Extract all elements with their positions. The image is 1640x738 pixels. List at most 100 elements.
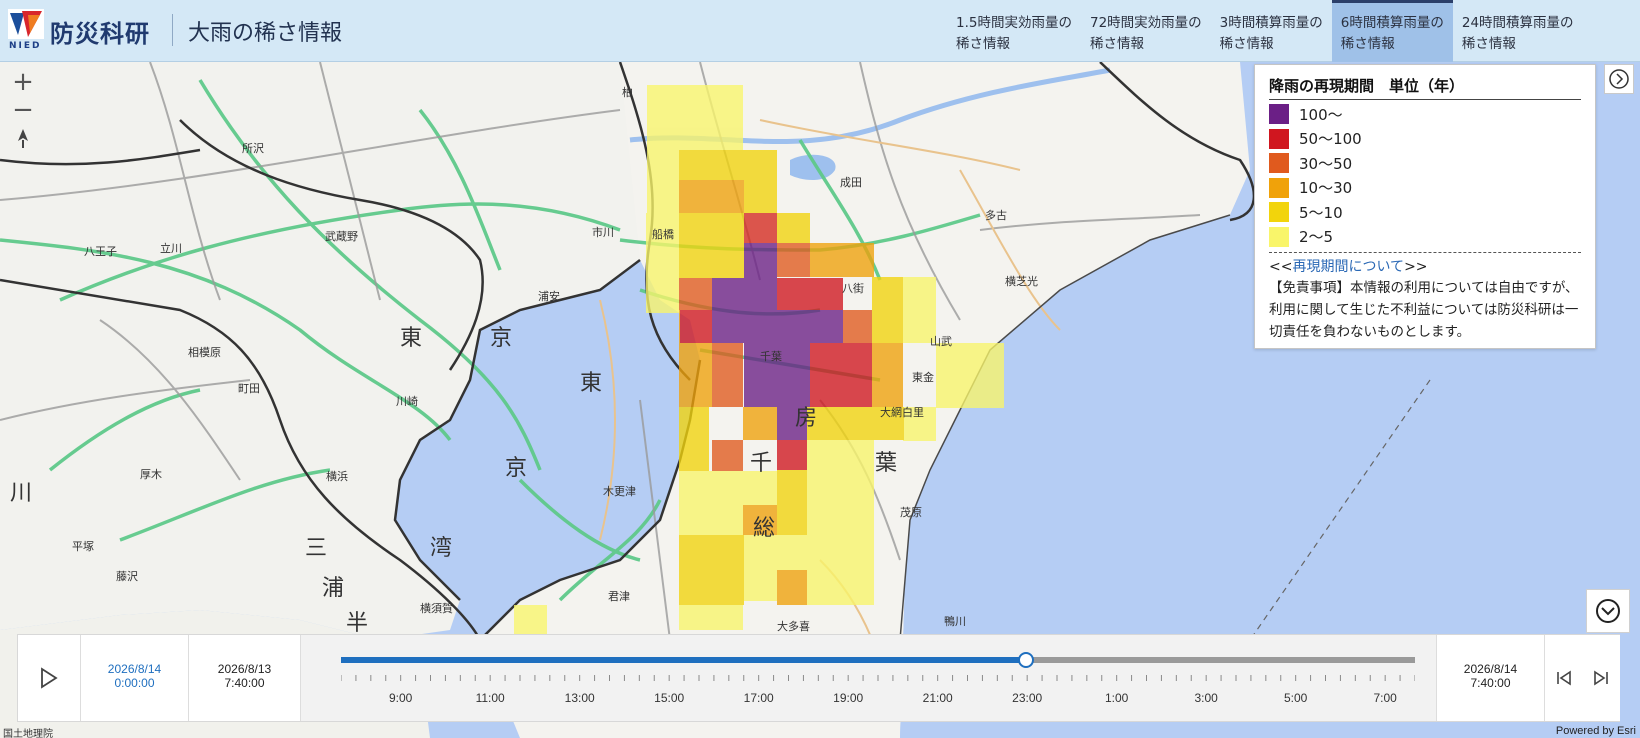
legend-swatch [1269,104,1289,125]
time-slider-thumb[interactable] [1018,652,1035,668]
time-slider-progress [341,657,1027,663]
map-label-oamishirasato: 大網白里 [880,405,924,419]
current-time: 0:00:00 [114,676,155,690]
tab-bar: 1.5時間実効雨量の 稀さ情報 72時間実効雨量の 稀さ情報 3時間積算雨量の … [947,0,1583,62]
return-period-link-row: <<再現期間について>> [1269,256,1581,276]
start-time-display: 2026/8/13 7:40:00 [189,635,301,721]
tick-label: 17:00 [743,691,774,705]
map-label-sammu: 山武 [930,335,952,348]
map-label-tokyo-1: 東 [400,326,422,351]
map-label-mobara: 茂原 [900,505,922,519]
legend-label: 5～10 [1299,203,1343,222]
tick-label: 1:00 [1104,691,1129,705]
legend-swatch [1269,177,1289,198]
map-label-kimitsu: 君津 [608,590,630,603]
logo-nied-text: NIED [9,41,42,51]
tick-label: 9:00 [388,691,413,705]
zoom-in-button[interactable]: + [8,68,38,96]
attribution-esri[interactable]: Powered by Esri [1556,725,1636,737]
map-label-miura-1: 三 [305,536,327,561]
chevron-right-icon [1609,69,1629,89]
attribution-gsi[interactable]: 国土地理院 [3,725,53,738]
current-time-display: 2026/8/14 0:00:00 [81,635,189,721]
tab-72h-effective[interactable]: 72時間実効雨量の 稀さ情報 [1081,0,1211,62]
play-button[interactable] [18,635,81,721]
map-label-miura-3: 半 [346,611,368,636]
step-controls [1544,635,1620,721]
panel-toggle-button[interactable] [1604,64,1634,94]
chevron-down-icon [1596,599,1620,623]
collapse-timebar-button[interactable] [1586,589,1630,633]
map-label-sagamihara: 相模原 [188,346,221,359]
end-time-display: 2026/8/14 7:40:00 [1436,635,1544,721]
tick-label: 21:00 [922,691,953,705]
brand-name[interactable]: 防災科研 [50,14,150,49]
legend-items: 100～ 50～100 30～50 10～30 5～10 2～5 [1269,102,1581,249]
legend-swatch [1269,128,1289,149]
zoom-out-button[interactable]: − [8,96,38,124]
map-label-urayasu: 浦安 [538,289,560,303]
map-label-kashiwa: 柏 [622,85,633,99]
tab-1-5h-effective[interactable]: 1.5時間実効雨量の 稀さ情報 [947,0,1081,62]
map-label-machida: 町田 [238,383,260,395]
time-slider-track[interactable] [341,652,1415,668]
map-label-kisarazu: 木更津 [603,485,636,498]
header-divider [172,14,173,46]
map-label-yachimata: 八街 [842,281,864,295]
end-time: 7:40:00 [1470,676,1511,690]
map-label-boso-2: 総 [753,516,775,541]
legend-item: 100～ [1269,102,1581,127]
legend-item: 50～100 [1269,127,1581,152]
map-label-funabashi: 船橋 [652,227,674,241]
step-forward-icon[interactable] [1592,669,1610,687]
tick-label: 3:00 [1194,691,1218,705]
map-label-miura-2: 浦 [322,576,344,601]
legend-swatch [1269,202,1289,223]
map-label-tokorozawa: 所沢 [242,141,264,155]
legend-label: 30～50 [1299,154,1353,173]
play-icon [41,667,58,689]
map-label-boso-1: 房 [795,406,817,431]
tick-label: 13:00 [564,691,595,705]
map-label-kanagawa: 川 [10,481,32,506]
legend-title: 降雨の再現期間 単位（年） [1269,75,1581,100]
return-period-link[interactable]: 再現期間について [1292,259,1404,275]
legend-item: 30～50 [1269,151,1581,176]
zoom-controls: + − [8,68,38,154]
end-date: 2026/8/14 [1463,662,1518,676]
tick-label: 23:00 [1012,691,1043,705]
legend-label: 10～30 [1299,179,1353,198]
map-label-tokyo-2: 京 [490,326,512,351]
tab-24h-cumulative[interactable]: 24時間積算雨量の 稀さ情報 [1453,0,1583,62]
map-label-tako: 多古 [985,208,1007,222]
disclaimer-text: 【免責事項】本情報の利用については自由ですが、利用に関して生じた不利益については… [1269,280,1579,340]
map-label-hiratsuka: 平塚 [72,540,94,553]
map-label-yokoshibahikari: 横芝光 [1005,274,1038,288]
tick-label: 19:00 [833,691,864,705]
time-slider-panel: 2026/8/14 0:00:00 2026/8/13 7:40:00 9:00… [17,634,1620,722]
step-back-icon[interactable] [1555,669,1573,687]
map-label-musashino: 武蔵野 [325,230,358,243]
legend-panel: 降雨の再現期間 単位（年） 100～ 50～100 30～50 10～30 5～… [1254,64,1596,349]
start-date: 2026/8/13 [217,662,272,676]
map-label-ichikawa: 市川 [592,225,614,239]
tab-6h-cumulative[interactable]: 6時間積算雨量の 稀さ情報 [1331,0,1453,62]
tick-label: 7:00 [1373,691,1397,705]
map-label-kamogawa: 鴨川 [944,614,966,628]
tab-3h-cumulative[interactable]: 3時間積算雨量の 稀さ情報 [1211,0,1332,62]
tick-label: 11:00 [475,691,505,705]
map-label-narita: 成田 [840,176,862,189]
legend-swatch [1269,153,1289,174]
compass-icon[interactable] [8,124,38,154]
map-label-hachioji: 八王子 [84,245,117,258]
page-title: 大雨の稀さ情報 [188,21,343,46]
current-date: 2026/8/14 [107,662,162,676]
map-label-otaki: 大多喜 [777,619,810,633]
map-label-yokosuka: 横須賀 [420,601,453,615]
map-label-bay-3: 湾 [430,536,452,561]
legend-label: 2～5 [1299,228,1334,247]
tick-label: 15:00 [654,691,685,705]
time-ticks [341,675,1415,681]
legend-item: 2～5 [1269,225,1581,250]
map-label-chiba-1: 千 [750,451,772,476]
